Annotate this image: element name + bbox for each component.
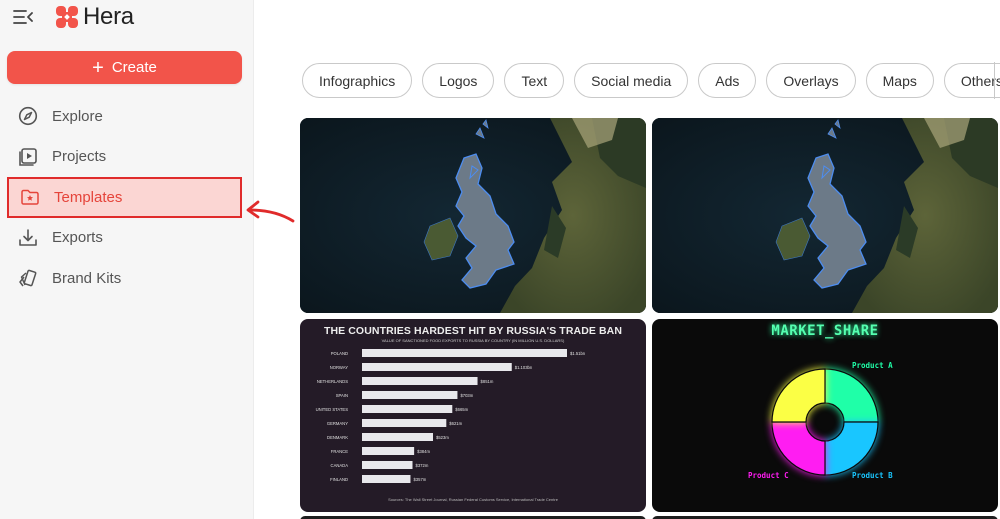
app-root: Hera + Create Explore Projects Templates… xyxy=(0,0,1000,519)
bar xyxy=(362,419,447,427)
collapse-menu-icon[interactable] xyxy=(12,8,34,26)
chip-maps[interactable]: Maps xyxy=(865,63,934,98)
bar-chart-source: Sources: The Wall Street Journal, Russia… xyxy=(388,497,558,502)
bar xyxy=(362,433,434,441)
plus-icon: + xyxy=(92,56,104,79)
chip-ads[interactable]: Ads xyxy=(698,63,757,98)
bar-category-label: UNITED STATES xyxy=(316,407,349,412)
sidebar-item-projects[interactable]: Projects xyxy=(7,137,242,178)
chip-overlays[interactable]: Overlays xyxy=(766,63,856,98)
bar-category-label: GERMANY xyxy=(327,421,348,426)
bar-category-label: NORWAY xyxy=(330,365,349,370)
donut-slice xyxy=(771,368,826,423)
template-card-map-uk-2[interactable] xyxy=(652,118,998,313)
sidebar: Hera + Create Explore Projects Templates… xyxy=(0,0,254,519)
bar xyxy=(362,475,411,483)
sidebar-item-label: Explore xyxy=(52,107,103,125)
bar-chart-plot: POLAND $1.51bn NORWAY $1.103bn NETHERLANDS $8… xyxy=(316,349,586,483)
sidebar-item-label: Templates xyxy=(54,188,123,206)
hera-logo[interactable]: Hera xyxy=(55,3,134,31)
download-icon xyxy=(17,227,39,249)
bar-value-label: $384m xyxy=(417,449,430,454)
bar-value-label: $372m xyxy=(416,463,429,468)
bar-category-label: DENMARK xyxy=(327,435,348,440)
create-button[interactable]: + Create xyxy=(7,51,242,84)
bar-value-label: $1.103bn xyxy=(515,365,533,370)
bar-category-label: CANADA xyxy=(331,463,349,468)
sidebar-item-explore[interactable]: Explore xyxy=(7,96,242,137)
template-card-bar-chart[interactable]: THE COUNTRIES HARDEST HIT BY RUSSIA'S TR… xyxy=(300,319,646,512)
create-label: Create xyxy=(111,59,157,76)
sidebar-item-brand-kits[interactable]: Brand Kits xyxy=(7,258,242,299)
template-card-map-uk-1[interactable] xyxy=(300,118,646,313)
bar xyxy=(362,461,413,469)
compass-icon xyxy=(17,105,39,127)
chip-scroll-edge xyxy=(994,62,995,99)
sidebar-item-exports[interactable]: Exports xyxy=(7,218,242,259)
play-square-icon xyxy=(17,146,39,168)
donut-chart-plot xyxy=(771,368,879,476)
folder-star-icon xyxy=(19,186,41,208)
chip-others[interactable]: Others xyxy=(943,63,1000,98)
template-card-market-share[interactable]: MARKET_SHARE Product A Product B Product… xyxy=(652,319,998,512)
app-name: Hera xyxy=(83,3,134,30)
bar xyxy=(362,363,512,371)
bar-value-label: $703m xyxy=(460,393,473,398)
bar-category-label: NETHERLANDS xyxy=(317,379,348,384)
donut-label-product-b: Product B xyxy=(852,471,893,480)
bar-category-label: FINLAND xyxy=(330,477,348,482)
bar-category-label: FRANCE xyxy=(331,449,348,454)
bar xyxy=(362,391,458,399)
donut-slice xyxy=(824,421,879,476)
sidebar-item-label: Projects xyxy=(52,148,107,166)
bar-value-label: $357m xyxy=(413,477,426,482)
uk-map-thumbnail xyxy=(652,118,998,313)
bar-value-label: $665m xyxy=(455,407,468,412)
chip-social-media[interactable]: Social media xyxy=(574,63,689,98)
bar-value-label: $851m xyxy=(481,379,494,384)
chip-text[interactable]: Text xyxy=(504,63,565,98)
category-filter-bar: Infographics Logos Text Social media Ads… xyxy=(302,63,1000,98)
bar-value-label: $523m xyxy=(436,435,449,440)
chip-logos[interactable]: Logos xyxy=(422,63,495,98)
sidebar-nav: Explore Projects Templates Exports Brand… xyxy=(7,96,242,299)
brand-kits-icon xyxy=(17,267,39,289)
donut-label-product-c: Product C xyxy=(748,471,789,480)
donut-slice xyxy=(824,368,879,423)
bar-value-label: $1.51bn xyxy=(570,351,586,356)
bar-category-label: POLAND xyxy=(331,351,348,356)
sidebar-item-label: Exports xyxy=(52,229,103,247)
donut-label-product-a: Product A xyxy=(852,361,893,370)
bar-category-label: SPAIN xyxy=(336,393,348,398)
bar xyxy=(362,405,453,413)
sidebar-header: Hera xyxy=(12,3,134,31)
donut-slice xyxy=(771,421,826,476)
bar xyxy=(362,349,567,357)
sidebar-item-label: Brand Kits xyxy=(52,269,122,287)
bar-value-label: $621m xyxy=(449,421,462,426)
bar xyxy=(362,377,478,385)
uk-map-thumbnail xyxy=(300,118,646,313)
chip-infographics[interactable]: Infographics xyxy=(302,63,413,98)
sidebar-item-templates[interactable]: Templates xyxy=(7,177,242,218)
hera-logo-icon xyxy=(56,6,78,28)
annotation-arrow-icon xyxy=(246,200,295,223)
bar xyxy=(362,447,415,455)
